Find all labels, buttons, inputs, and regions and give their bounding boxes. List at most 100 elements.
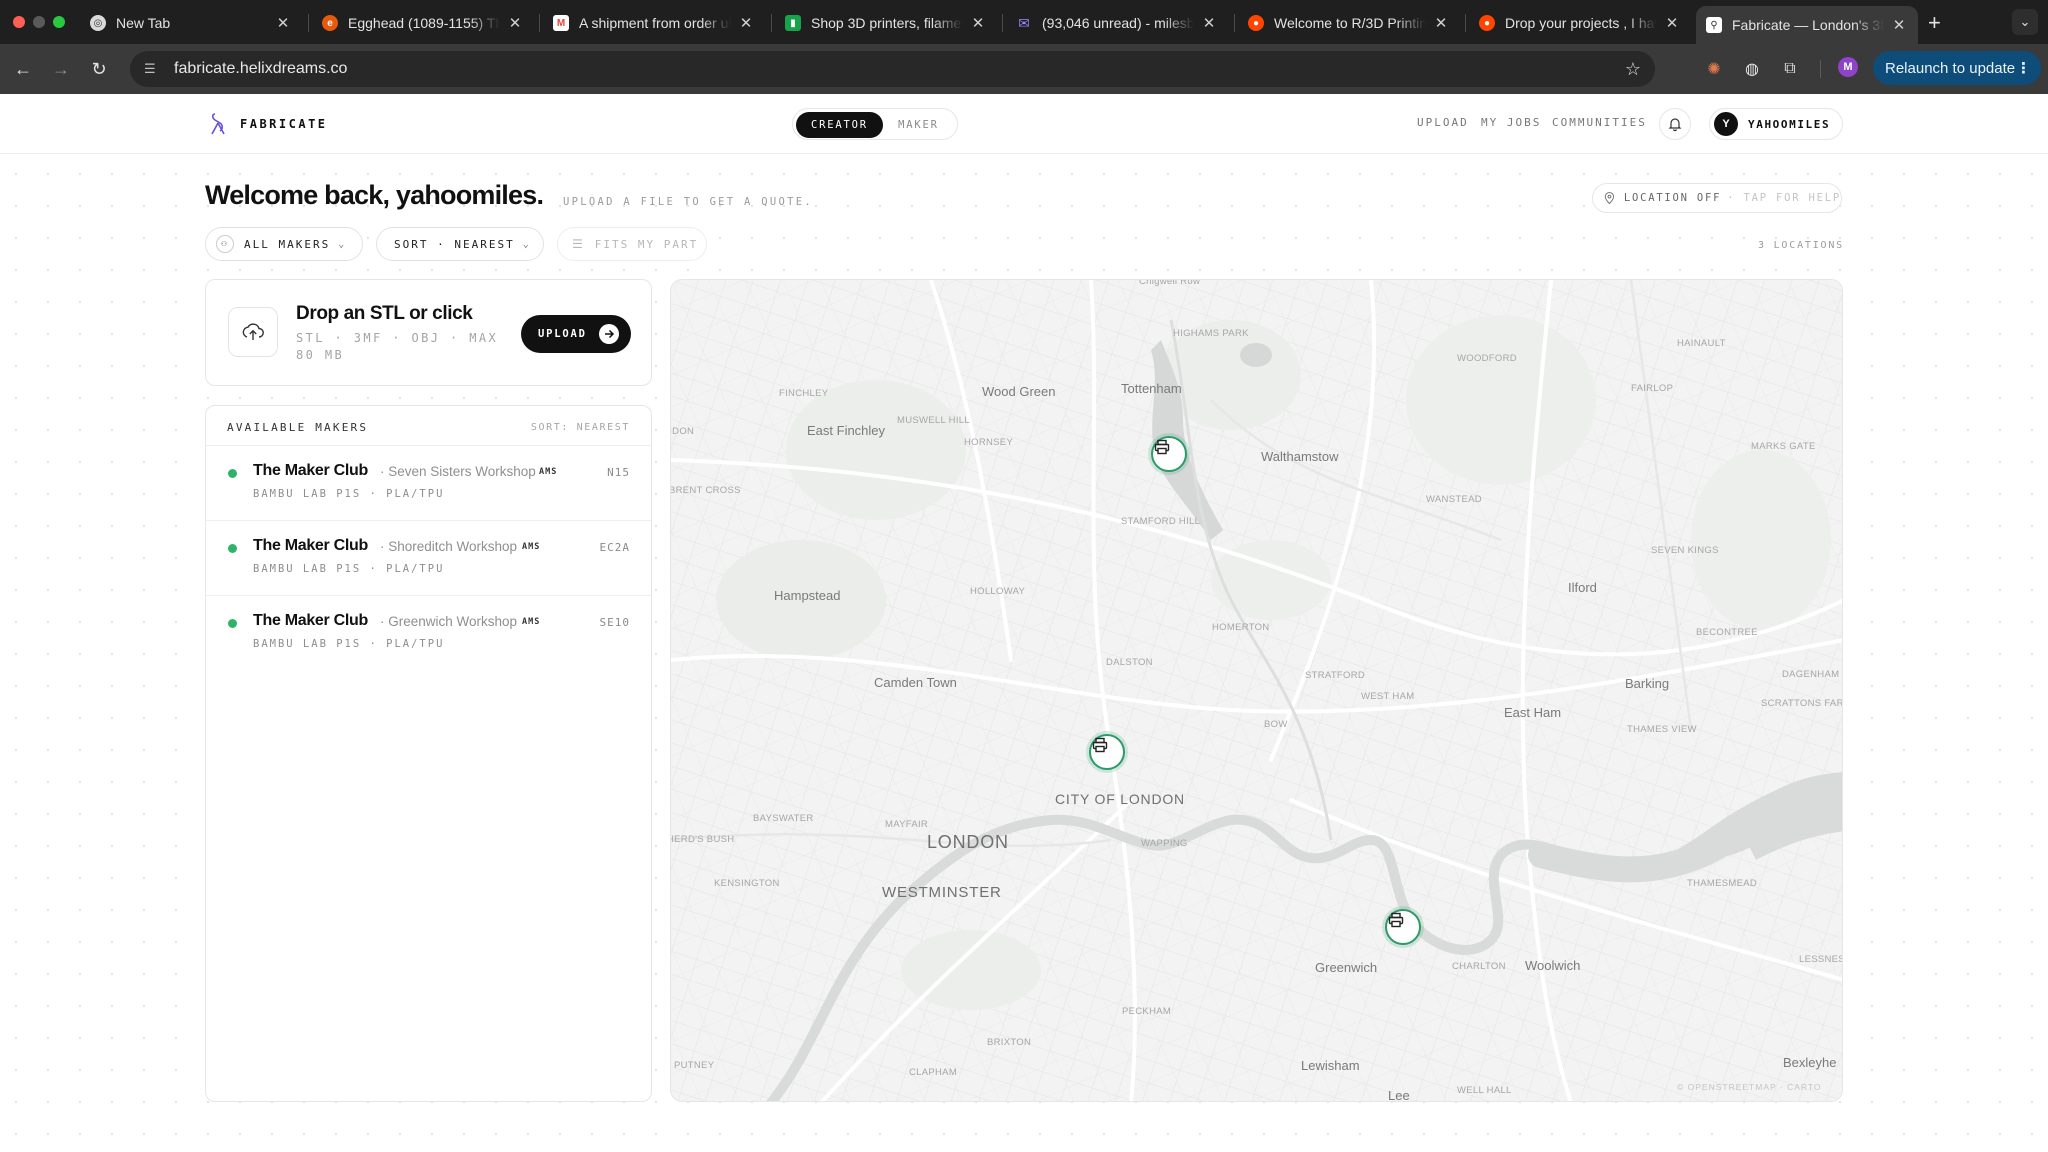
back-icon[interactable]: ← <box>10 56 36 82</box>
map-label: WEST HAM <box>1361 691 1415 702</box>
upload-dropzone[interactable]: Drop an STL or click STL · 3MF · OBJ · M… <box>205 279 652 386</box>
more-menu-icon[interactable]: ⋮ <box>2016 59 2031 77</box>
map-label: SCRATTONS FARM <box>1761 698 1843 709</box>
maker-postcode: EC2A <box>599 541 630 554</box>
location-help-hint: · TAP FOR HELP <box>1727 192 1841 204</box>
nav-upload-link[interactable]: UPLOAD <box>1417 116 1469 129</box>
map-view[interactable]: Chigwell Row HIGHAMS PARK HAINAULT WOODF… <box>670 279 1843 1102</box>
page-subtitle: UPLOAD A FILE TO GET A QUOTE. <box>563 196 814 208</box>
nav-my-jobs-link[interactable]: MY JOBS <box>1481 116 1541 129</box>
forward-icon[interactable]: → <box>48 56 74 82</box>
upload-button[interactable]: UPLOAD <box>521 315 631 353</box>
map-label: MAYFAIR <box>885 819 929 830</box>
browser-tab[interactable]: ▮ Shop 3D printers, filamen ✕ <box>775 6 997 40</box>
brand[interactable]: FABRICATE <box>208 112 328 136</box>
map-attribution[interactable]: © OPENSTREETMAP · CARTO <box>1677 1082 1822 1092</box>
extension-icon[interactable]: ◍ <box>1740 57 1764 81</box>
browser-tab[interactable]: ◎ New Tab ✕ <box>80 6 302 40</box>
filter-makers-dropdown[interactable]: ⚇ ALL MAKERS ⌄ <box>205 227 363 261</box>
maker-pin-shoreditch[interactable] <box>1089 734 1125 770</box>
map-label: Chigwell Row <box>1139 279 1201 287</box>
map-label: WOODFORD <box>1457 353 1517 364</box>
maker-spec: BAMBU LAB P1S · PLA/TPU <box>253 488 445 500</box>
map-label: Greenwich <box>1315 960 1378 975</box>
tab-title: A shipment from order uk <box>579 15 731 31</box>
bookmark-star-icon[interactable]: ☆ <box>1625 59 1641 80</box>
close-tab-icon[interactable]: ✕ <box>1200 14 1218 32</box>
browser-tab[interactable]: ● Welcome to R/3D Printing ✕ <box>1238 6 1460 40</box>
browser-tab[interactable]: ✉ (93,046 unread) - milesb ✕ <box>1006 6 1228 40</box>
tab-title: (93,046 unread) - milesb <box>1042 15 1194 31</box>
makers-panel-sort[interactable]: SORT: NEAREST <box>531 422 630 433</box>
brand-name: FABRICATE <box>240 117 328 131</box>
mail-icon: ✉ <box>1018 14 1030 31</box>
makers-panel-title: AVAILABLE MAKERS <box>227 421 369 434</box>
map-label: BAYSWATER <box>753 813 814 824</box>
tab-divider <box>1465 14 1466 32</box>
close-tab-icon[interactable]: ✕ <box>506 14 524 32</box>
map-label: LESSNESS HEATH <box>1799 954 1842 965</box>
tab-search-icon[interactable]: ⌄ <box>2012 9 2038 35</box>
browser-tab[interactable]: ● Drop your projects , I hav ✕ <box>1469 6 1691 40</box>
maker-row[interactable]: The Maker Club · Seven Sisters Workshop … <box>206 446 651 521</box>
mode-switch: CREATOR MAKER <box>792 108 958 140</box>
reddit-icon: ● <box>1479 15 1495 31</box>
close-tab-icon[interactable]: ✕ <box>969 14 987 32</box>
sort-label: SORT · NEAREST <box>394 237 515 251</box>
gmail-icon: M <box>553 15 569 31</box>
close-tab-icon[interactable]: ✕ <box>1890 16 1908 34</box>
user-menu[interactable]: Y YAHOOMILES <box>1709 108 1843 140</box>
maker-row[interactable]: The Maker Club · Greenwich Workshop AMS … <box>206 596 651 671</box>
cloud-upload-icon <box>228 307 278 357</box>
fabricate-icon: ⚲ <box>1706 17 1722 33</box>
close-tab-icon[interactable]: ✕ <box>274 14 292 32</box>
notifications-bell-icon[interactable] <box>1659 108 1691 140</box>
printer-icon <box>1388 912 1404 928</box>
profile-avatar[interactable]: M <box>1838 57 1858 77</box>
site-info-icon[interactable]: ☰ <box>144 61 162 77</box>
window-zoom-button[interactable] <box>53 16 65 28</box>
map-label: Wood Green <box>982 384 1056 399</box>
sort-dropdown[interactable]: SORT · NEAREST ⌄ <box>376 227 544 261</box>
tab-title: Welcome to R/3D Printing <box>1274 15 1426 31</box>
browser-tab-bar: ◎ New Tab ✕ e Egghead (1089-1155) The ✕ … <box>0 0 2048 44</box>
window-close-button[interactable] <box>13 16 25 28</box>
window-minimize-button[interactable] <box>33 16 45 28</box>
claude-extension-icon[interactable]: ✺ <box>1702 57 1726 81</box>
map-label: HIGHAMS PARK <box>1173 328 1249 339</box>
map-label: FINCHLEY <box>779 388 829 399</box>
filter-makers-label: ALL MAKERS <box>244 237 331 251</box>
mode-creator-tab[interactable]: CREATOR <box>796 112 883 138</box>
tab-title: Shop 3D printers, filamen <box>811 15 963 31</box>
nav-communities-link[interactable]: COMMUNITIES <box>1552 116 1647 129</box>
map-label: DALSTON <box>1106 657 1153 668</box>
fits-my-part-filter[interactable]: ☰ FITS MY PART <box>557 227 707 261</box>
close-tab-icon[interactable]: ✕ <box>1432 14 1450 32</box>
tab-divider <box>771 14 772 32</box>
tab-title: New Tab <box>116 15 171 31</box>
location-status: LOCATION OFF <box>1623 192 1722 204</box>
tab-divider <box>1234 14 1235 32</box>
maker-pin-greenwich[interactable] <box>1385 909 1421 945</box>
browser-tab-active[interactable]: ⚲ Fabricate — London's 3D ✕ <box>1696 6 1918 44</box>
map-label: LONDON <box>927 832 1009 852</box>
relaunch-button[interactable]: Relaunch to update ⋮ <box>1873 51 2041 85</box>
map-label: HOLLOWAY <box>970 586 1026 597</box>
user-avatar: Y <box>1714 112 1738 136</box>
mode-maker-tab[interactable]: MAKER <box>883 112 954 138</box>
map-label: Ilford <box>1568 580 1597 595</box>
maker-row[interactable]: The Maker Club · Shoreditch Workshop AMS… <box>206 521 651 596</box>
printer-icon <box>1154 439 1170 455</box>
browser-tab[interactable]: M A shipment from order uk ✕ <box>543 6 765 40</box>
new-tab-icon[interactable]: + <box>1928 10 1941 36</box>
browser-tab[interactable]: e Egghead (1089-1155) The ✕ <box>312 6 534 40</box>
maker-pin-seven-sisters[interactable] <box>1151 436 1187 472</box>
address-bar[interactable]: ☰ fabricate.helixdreams.co ☆ <box>130 51 1655 87</box>
location-toggle[interactable]: LOCATION OFF · TAP FOR HELP <box>1592 183 1842 213</box>
close-tab-icon[interactable]: ✕ <box>1663 14 1681 32</box>
user-name: YAHOOMILES <box>1748 117 1831 131</box>
close-tab-icon[interactable]: ✕ <box>737 14 755 32</box>
reload-icon[interactable]: ↻ <box>86 56 112 82</box>
map-label: PUTNEY <box>674 1060 715 1071</box>
extensions-puzzle-icon[interactable]: ⧉ <box>1778 57 1802 81</box>
